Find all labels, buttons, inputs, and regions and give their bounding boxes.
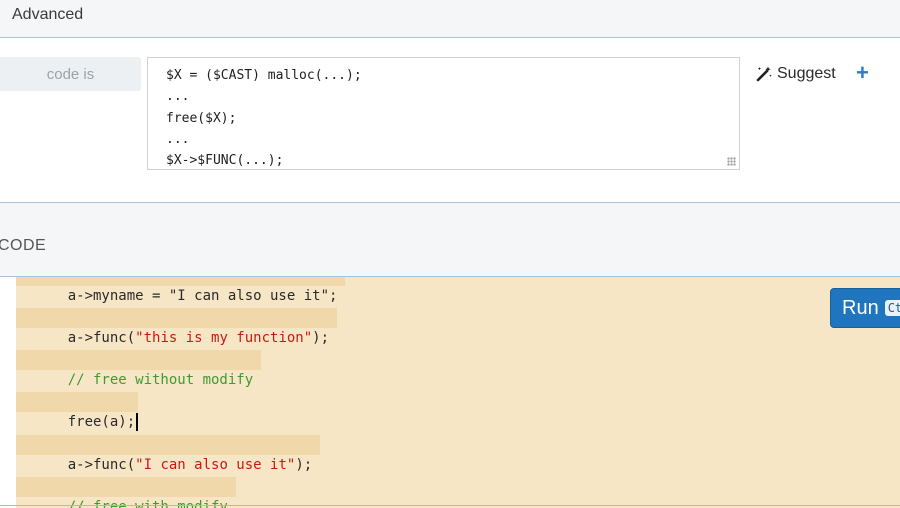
code-section-title: CODE: [0, 237, 47, 254]
pattern-text: $X = ($CAST) malloc(...); ... free($X); …: [148, 58, 739, 171]
rule-panel: Advanced code is $X = ($CAST) malloc(...…: [0, 0, 900, 277]
run-button[interactable]: Run Ct: [830, 288, 900, 328]
pattern-line: free($X);: [166, 110, 237, 126]
code-line[interactable]: a->func("I can also use it");: [16, 435, 321, 473]
run-button-label: Run: [842, 296, 879, 319]
code-line[interactable]: free(a);: [16, 392, 139, 431]
code-line[interactable]: // free with modify: [16, 477, 236, 508]
code-token: free(a);: [67, 414, 136, 430]
code-string-token: "this is my function": [135, 330, 313, 346]
code-token: );: [295, 457, 313, 473]
resize-grip-icon[interactable]: [727, 157, 736, 166]
rule-type-text: code is: [46, 65, 95, 83]
magic-wand-icon: [756, 66, 772, 82]
divider: [0, 505, 900, 506]
suggest-label: Suggest: [777, 65, 836, 82]
code-comment-token: // free with modify: [67, 499, 228, 508]
advanced-section-header[interactable]: Advanced: [0, 0, 900, 38]
partial-line-text: a->myname = "I can also use it";: [67, 288, 338, 304]
code-token: );: [312, 330, 330, 346]
rule-type-label[interactable]: code is: [0, 57, 141, 91]
code-section-header[interactable]: CODE: [0, 202, 900, 277]
pattern-line: ...: [166, 89, 190, 105]
run-shortcut-hint: Ct: [884, 300, 900, 316]
code-token: a->func(: [67, 330, 136, 346]
code-comment-token: // free without modify: [67, 372, 254, 388]
pattern-line: ...: [166, 131, 190, 147]
code-token: a->func(: [67, 457, 136, 473]
code-line[interactable]: a->func("this is my function");: [16, 308, 338, 346]
suggest-button[interactable]: Suggest: [755, 63, 836, 85]
pattern-line: $X->$FUNC(...);: [166, 153, 284, 169]
add-pattern-plus-icon[interactable]: +: [856, 61, 869, 85]
pattern-editor[interactable]: $X = ($CAST) malloc(...); ... free($X); …: [147, 57, 740, 170]
text-cursor: [136, 413, 139, 431]
pattern-line: $X = ($CAST) malloc(...);: [166, 68, 362, 83]
code-line[interactable]: // free without modify: [16, 350, 262, 388]
code-string-token: "I can also use it": [135, 457, 296, 473]
advanced-title: Advanced: [12, 6, 84, 23]
